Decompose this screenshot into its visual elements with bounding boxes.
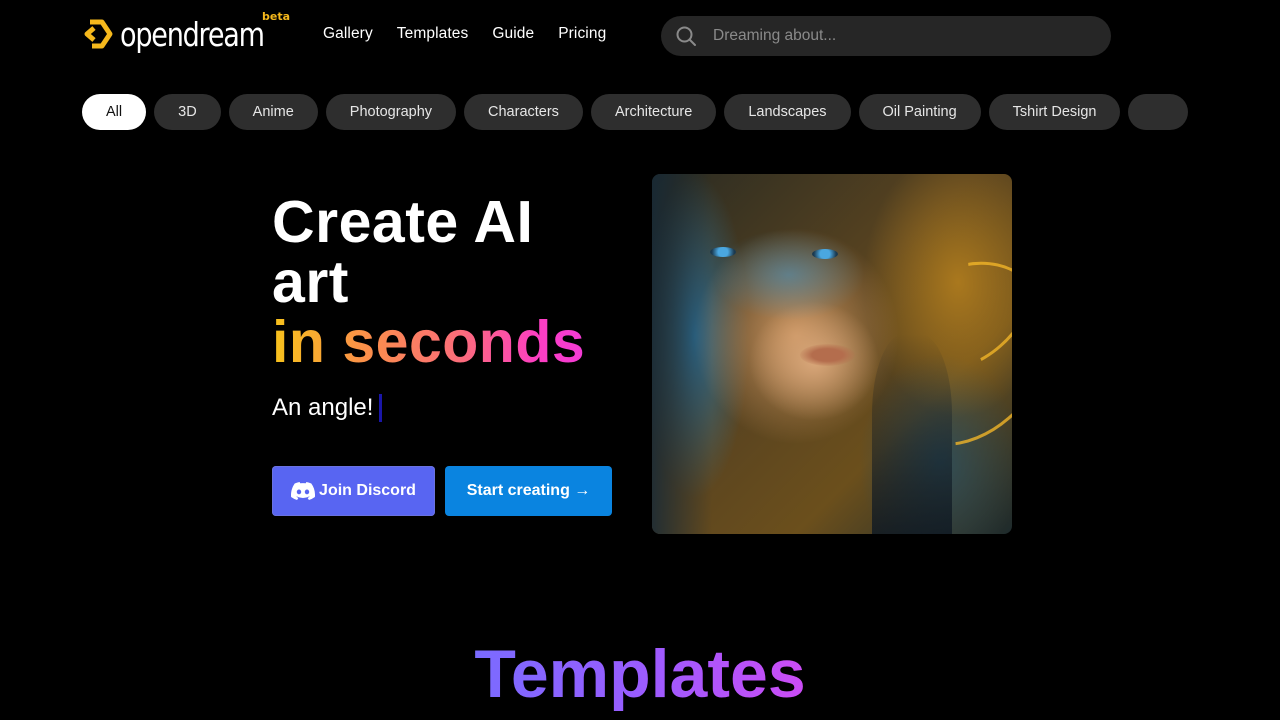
category-chip-photography[interactable]: Photography — [325, 94, 457, 130]
discord-icon — [291, 482, 316, 500]
logo-icon — [84, 19, 113, 49]
templates-heading-text: Templates — [474, 636, 806, 712]
category-chip-all[interactable]: All — [82, 94, 147, 130]
start-creating-button[interactable]: Start creating → — [445, 466, 612, 516]
hero-image — [652, 174, 1012, 534]
nav-guide[interactable]: Guide — [492, 25, 534, 43]
category-chip-anime[interactable]: Anime — [228, 94, 318, 130]
hero-title: Create AI art in seconds — [272, 192, 585, 372]
hero-title-highlight: in seconds — [272, 309, 586, 375]
nav-pricing[interactable]: Pricing — [558, 25, 606, 43]
templates-heading: Templates — [0, 636, 1280, 712]
hero-title-line2: art — [272, 249, 349, 315]
header: opendream beta Gallery Templates Guide P… — [0, 0, 1280, 72]
join-discord-button[interactable]: Join Discord — [272, 466, 435, 516]
join-discord-label: Join Discord — [319, 482, 416, 499]
category-chip-landscapes[interactable]: Landscapes — [724, 94, 851, 130]
category-chip-characters[interactable]: Characters — [464, 94, 583, 130]
typewriter-text: An angle! — [272, 394, 383, 422]
hero-title-line1: Create AI — [272, 189, 534, 255]
search-icon[interactable] — [675, 25, 697, 47]
image-lips — [800, 344, 855, 366]
beta-badge: beta — [262, 10, 291, 23]
category-chip-architecture[interactable]: Architecture — [590, 94, 717, 130]
search-bar — [661, 16, 1111, 56]
category-filter-bar: All 3D Anime Photography Characters Arch… — [82, 94, 1198, 130]
category-chip-overflow[interactable] — [1128, 94, 1189, 130]
category-chip-tshirt-design[interactable]: Tshirt Design — [988, 94, 1121, 130]
nav-templates[interactable]: Templates — [397, 25, 469, 43]
main-nav: Gallery Templates Guide Pricing — [323, 25, 630, 43]
start-creating-label: Start creating → — [466, 482, 591, 499]
nav-gallery[interactable]: Gallery — [323, 25, 373, 43]
typed-prompt: An angle! — [272, 394, 374, 421]
category-chip-3d[interactable]: 3D — [154, 94, 221, 130]
image-hair-right — [872, 334, 952, 534]
text-cursor — [379, 394, 383, 422]
image-eye-right — [812, 249, 838, 259]
logo[interactable]: opendream beta — [82, 10, 295, 56]
search-input[interactable] — [713, 16, 1093, 56]
logo-text: opendream — [120, 14, 265, 54]
category-chip-oil-painting[interactable]: Oil Painting — [858, 94, 981, 130]
image-hair-left — [652, 174, 712, 534]
image-eye-left — [710, 247, 736, 257]
